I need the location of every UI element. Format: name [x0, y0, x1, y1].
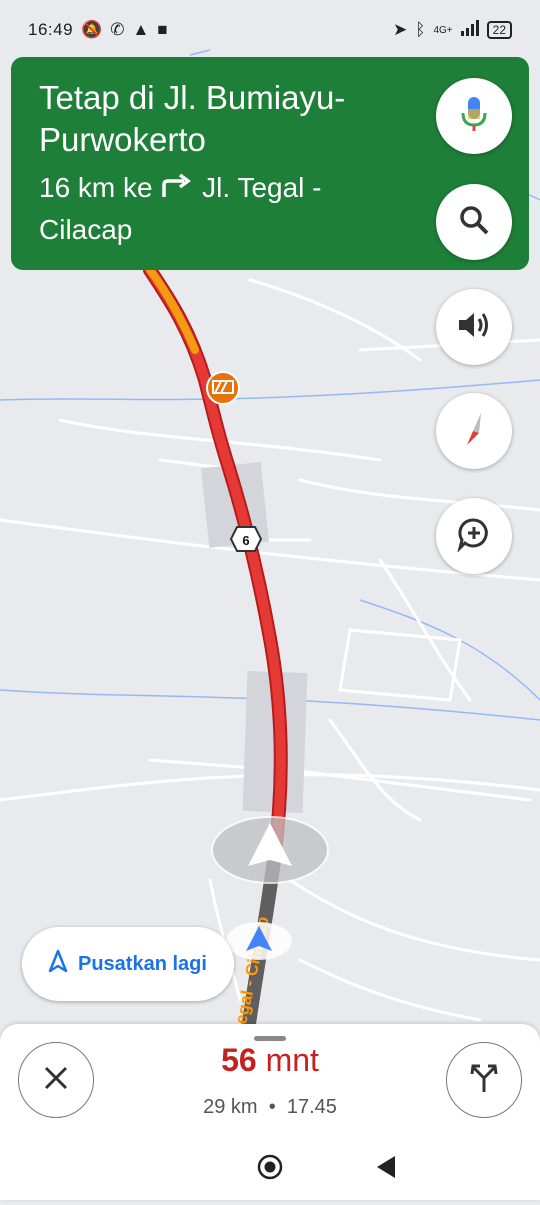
- alternate-routes-button[interactable]: [446, 1042, 522, 1118]
- recenter-label: Pusatkan lagi: [78, 952, 207, 975]
- search-icon: [457, 203, 491, 242]
- status-bar: 16:49 🔕 ✆ ▲ ■ ➤ ᛒ 4G+ 22: [0, 0, 540, 60]
- eta-unit: mnt: [265, 1042, 319, 1078]
- road-work-icon[interactable]: [206, 371, 240, 405]
- svg-text:6: 6: [242, 533, 249, 548]
- search-button[interactable]: [436, 184, 512, 260]
- microphone-icon: [460, 95, 488, 138]
- whatsapp-icon: ✆: [110, 20, 125, 39]
- voice-search-button[interactable]: [436, 78, 512, 154]
- arrival-time: 17.45: [286, 1096, 337, 1118]
- sound-button[interactable]: [436, 289, 512, 365]
- recenter-arrow-icon: [48, 949, 68, 979]
- home-icon[interactable]: [257, 1154, 283, 1180]
- navigation-icon: ▲: [132, 20, 150, 39]
- eta-value: 56: [221, 1042, 257, 1078]
- signal-icon: [460, 19, 479, 41]
- dnd-off-icon: 🔕: [81, 20, 103, 39]
- recenter-button[interactable]: Pusatkan lagi: [22, 927, 234, 1001]
- route-fork-icon: [469, 1062, 499, 1099]
- system-nav-bar: [0, 1136, 540, 1200]
- location-arrow-icon: [226, 922, 292, 960]
- turn-right-icon: [160, 172, 202, 203]
- drag-handle[interactable]: [254, 1036, 286, 1041]
- add-report-button[interactable]: [436, 498, 512, 574]
- compass-button[interactable]: [436, 393, 512, 469]
- compass-icon: [459, 409, 489, 454]
- next-distance: 16 km ke: [39, 172, 153, 203]
- back-icon[interactable]: [377, 1156, 395, 1178]
- road-shield: 6: [229, 526, 263, 552]
- trip-distance: 29 km: [203, 1096, 258, 1118]
- current-instruction: Tetap di Jl. Bumiayu-Purwokerto: [39, 79, 346, 158]
- app-square-icon: ■: [157, 20, 168, 39]
- navigation-arrow-icon: [211, 816, 329, 884]
- next-instruction: 16 km ke Jl. Tegal - Cilacap: [39, 167, 399, 251]
- battery-indicator: 22: [486, 21, 512, 39]
- add-comment-icon: [456, 516, 492, 557]
- location-icon: ➤: [393, 20, 408, 39]
- bluetooth-icon: ᛒ: [415, 20, 426, 39]
- meta-separator: •: [268, 1096, 276, 1118]
- volume-icon: [456, 310, 492, 345]
- network-type: 4G+: [433, 24, 453, 36]
- status-time: 16:49: [28, 20, 74, 39]
